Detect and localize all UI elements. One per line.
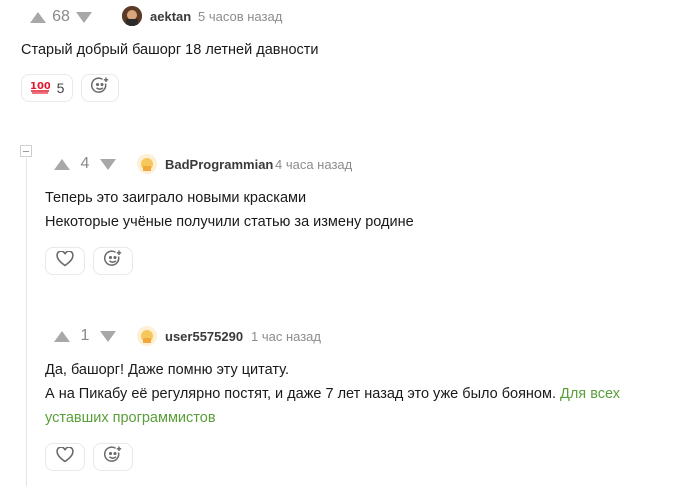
author-name[interactable]: user5575290 bbox=[165, 329, 243, 344]
comment-link[interactable]: уставших программистов bbox=[45, 410, 216, 426]
upvote-arrow-icon[interactable] bbox=[54, 330, 70, 342]
avatar[interactable] bbox=[137, 154, 157, 174]
comment-text: Старый добрый башорг 18 летней давности bbox=[21, 38, 319, 62]
author-name[interactable]: BadProgrammian bbox=[165, 157, 273, 172]
rating: 1 bbox=[80, 327, 90, 344]
reaction-hundred-button[interactable]: 100 5 bbox=[21, 74, 73, 102]
rating: 4 bbox=[80, 155, 90, 172]
vote-block: 68 bbox=[30, 6, 92, 28]
avatar[interactable] bbox=[137, 326, 157, 346]
upvote-arrow-icon[interactable] bbox=[30, 11, 46, 23]
comment-line-text: А на Пикабу её регулярно постят, и даже … bbox=[45, 386, 556, 402]
add-reaction-icon bbox=[103, 249, 123, 274]
comment-link[interactable]: Для всех bbox=[560, 386, 620, 402]
downvote-arrow-icon[interactable] bbox=[100, 158, 116, 170]
avatar-image bbox=[122, 6, 142, 26]
comment-text: Да, башорг! Даже помню эту цитату. А на … bbox=[45, 358, 625, 430]
reaction-count: 5 bbox=[56, 80, 65, 96]
rating: 68 bbox=[52, 8, 70, 25]
downvote-arrow-icon[interactable] bbox=[100, 330, 116, 342]
avatar[interactable] bbox=[122, 6, 142, 26]
comment-line: Некоторые учёные получили статью за изме… bbox=[45, 214, 414, 230]
thread-line[interactable] bbox=[26, 158, 27, 486]
collapse-thread-button[interactable] bbox=[20, 145, 32, 157]
comment-line-with-link: А на Пикабу её регулярно постят, и даже … bbox=[45, 382, 625, 406]
timestamp[interactable]: 5 часов назад bbox=[198, 9, 282, 24]
heart-icon bbox=[56, 445, 74, 468]
comment-line: Теперь это заиграло новыми красками bbox=[45, 190, 307, 206]
vote-block: 4 bbox=[54, 153, 116, 175]
comment-line: Старый добрый башорг 18 летней давности bbox=[21, 42, 319, 58]
add-reaction-icon bbox=[103, 445, 123, 470]
avatar-image bbox=[137, 326, 157, 346]
add-reaction-icon bbox=[90, 76, 110, 101]
author-name[interactable]: aektan bbox=[150, 9, 191, 24]
downvote-arrow-icon[interactable] bbox=[76, 11, 92, 23]
add-reaction-button[interactable] bbox=[93, 443, 133, 471]
comment-text: Теперь это заиграло новыми красками Неко… bbox=[45, 186, 414, 234]
upvote-arrow-icon[interactable] bbox=[54, 158, 70, 170]
hundred-points-icon: 100 bbox=[30, 78, 51, 99]
timestamp[interactable]: 4 часа назад bbox=[275, 157, 352, 172]
heart-icon bbox=[56, 249, 74, 272]
vote-block: 1 bbox=[54, 325, 116, 347]
add-reaction-button[interactable] bbox=[81, 74, 119, 102]
comment-line: Да, башорг! Даже помню эту цитату. bbox=[45, 362, 289, 378]
comment-line-with-link: уставших программистов bbox=[45, 406, 625, 430]
like-button[interactable] bbox=[45, 443, 85, 471]
add-reaction-button[interactable] bbox=[93, 247, 133, 275]
timestamp[interactable]: 1 час назад bbox=[251, 329, 321, 344]
avatar-image bbox=[137, 154, 157, 174]
like-button[interactable] bbox=[45, 247, 85, 275]
